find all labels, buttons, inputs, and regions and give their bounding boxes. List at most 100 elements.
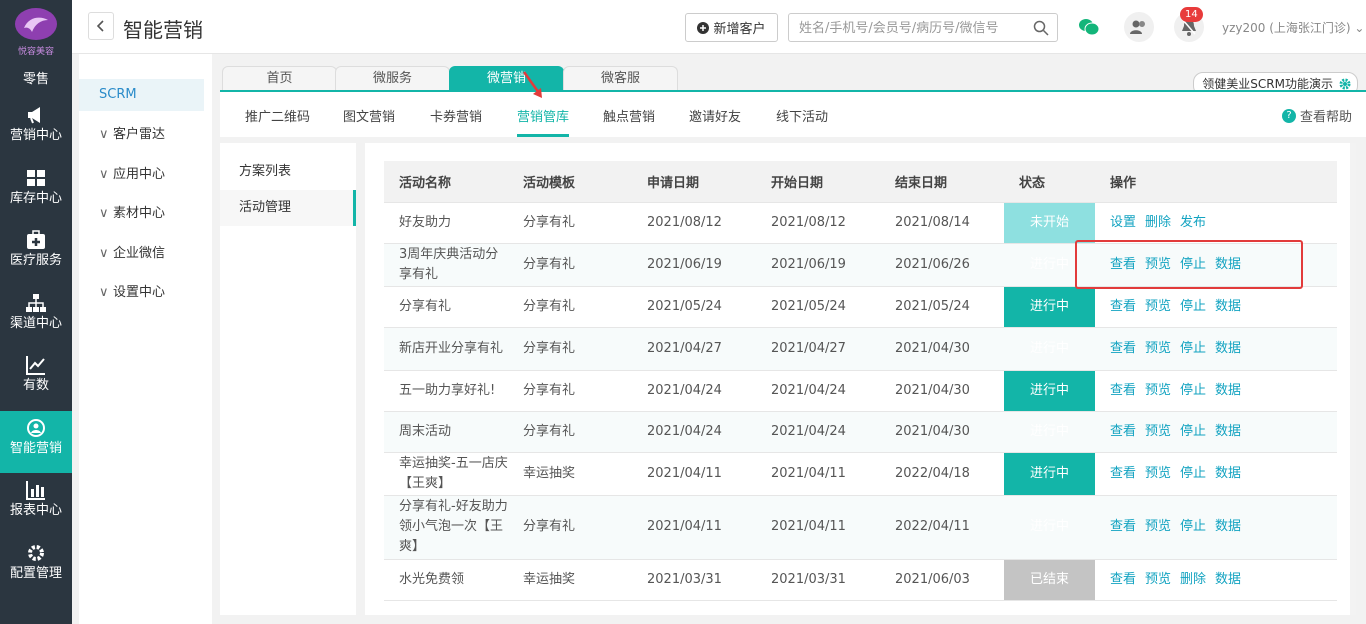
- nav-item-0[interactable]: 营销中心: [0, 98, 72, 160]
- wechat-icon[interactable]: [1074, 12, 1104, 42]
- row-action-link[interactable]: 数据: [1215, 572, 1241, 587]
- search-icon[interactable]: [1033, 20, 1049, 36]
- gear-icon: [25, 542, 47, 564]
- row-action-link[interactable]: 数据: [1215, 299, 1241, 314]
- grid-icon: [25, 167, 47, 189]
- side-menu-item-0[interactable]: 方案列表: [220, 154, 356, 190]
- nav-item-1[interactable]: 库存中心: [0, 161, 72, 223]
- row-action-link[interactable]: 查看: [1110, 383, 1136, 398]
- table-row: 好友助力 分享有礼 2021/08/12 2021/08/12 2021/08/14 未开…: [384, 202, 1337, 244]
- row-action-link[interactable]: 删除: [1180, 572, 1206, 587]
- row-action-link[interactable]: 发布: [1180, 215, 1206, 230]
- new-customer-button[interactable]: 新增客户: [685, 13, 778, 42]
- back-button[interactable]: [88, 12, 114, 40]
- template-cell: 分享有礼: [508, 202, 632, 244]
- actions-cell: 查看 预览 停止 数据: [1095, 327, 1337, 371]
- row-action-link[interactable]: 数据: [1215, 424, 1241, 439]
- tab-0[interactable]: 首页: [222, 66, 337, 90]
- secondary-tab-5[interactable]: 邀请好友: [689, 106, 741, 125]
- row-action-link[interactable]: 预览: [1145, 299, 1171, 314]
- tab-2[interactable]: 微营销: [449, 66, 564, 90]
- activity-name-cell: 3周年庆典活动分享有礼: [384, 243, 508, 287]
- nav-item-3[interactable]: 渠道中心: [0, 286, 72, 348]
- row-action-link[interactable]: 查看: [1110, 299, 1136, 314]
- activity-name-cell: 五一助力享好礼!: [384, 370, 508, 412]
- sub-nav-item-0[interactable]: SCRM: [79, 79, 204, 111]
- tab-3[interactable]: 微客服: [563, 66, 678, 90]
- row-action-link[interactable]: 数据: [1215, 519, 1241, 534]
- row-action-link[interactable]: 数据: [1215, 383, 1241, 398]
- secondary-tab-bar: 推广二维码 图文营销 卡券营销 营销管库 触点营销 邀请好友 线下活动 ? 查看帮助: [220, 90, 1366, 137]
- nav-item-label: 配置管理: [9, 565, 62, 581]
- scrollbar[interactable]: [1350, 143, 1356, 615]
- chevron-left-icon: [96, 20, 104, 32]
- sub-nav-item-5[interactable]: ∨ 设置中心: [79, 277, 212, 309]
- secondary-tab-4[interactable]: 触点营销: [603, 106, 655, 125]
- row-action-link[interactable]: 查看: [1110, 572, 1136, 587]
- nav-item-retail[interactable]: 零售: [0, 68, 72, 87]
- sub-nav-item-2[interactable]: ∨ 应用中心: [79, 159, 212, 191]
- tab-1[interactable]: 微服务: [335, 66, 450, 90]
- row-action-link[interactable]: 数据: [1215, 466, 1241, 481]
- actions-cell: 查看 预览 停止 数据: [1095, 286, 1337, 328]
- gear-icon: [1339, 78, 1351, 90]
- template-cell: 分享有礼: [508, 243, 632, 287]
- row-action-link[interactable]: 查看: [1110, 466, 1136, 481]
- status-badge: 进行中: [1004, 452, 1095, 496]
- row-action-link[interactable]: 停止: [1180, 466, 1206, 481]
- table-row: 分享有礼-好友助力领小气泡一次【王爽】 分享有礼 2021/04/11 2021/04…: [384, 495, 1337, 560]
- end-date-cell: 2021/04/30: [880, 327, 1004, 371]
- start-date-cell: 2021/04/11: [756, 452, 880, 496]
- chevron-down-icon: ∨: [99, 245, 109, 261]
- nav-item-2[interactable]: 医疗服务: [0, 223, 72, 285]
- nav-item-5[interactable]: 智能营销: [0, 410, 72, 473]
- row-action-link[interactable]: 停止: [1180, 341, 1206, 356]
- row-action-link[interactable]: 停止: [1180, 299, 1206, 314]
- logo-text: 悦容美容: [17, 47, 54, 57]
- row-action-link[interactable]: 停止: [1180, 383, 1206, 398]
- table-header-row: 活动名称 活动模板 申请日期 开始日期 结束日期 状态 操作: [384, 161, 1337, 203]
- nav-item-7[interactable]: 配置管理: [0, 536, 72, 598]
- column-header: 状态: [1004, 161, 1095, 203]
- apply-date-cell: 2021/04/24: [632, 411, 756, 453]
- row-action-link[interactable]: 预览: [1145, 466, 1171, 481]
- secondary-tab-3[interactable]: 营销管库: [517, 106, 570, 137]
- nav-item-label: 渠道中心: [9, 315, 62, 331]
- row-action-link[interactable]: 查看: [1110, 519, 1136, 534]
- nav-item-4[interactable]: 有数: [0, 348, 72, 410]
- team-icon[interactable]: [1124, 12, 1154, 42]
- row-action-link[interactable]: 预览: [1145, 572, 1171, 587]
- annotation-arrow: [522, 71, 542, 98]
- medical-kit-icon: [25, 229, 47, 251]
- secondary-tab-0[interactable]: 推广二维码: [245, 106, 310, 125]
- nav-item-label: 库存中心: [9, 190, 62, 206]
- help-link[interactable]: ? 查看帮助: [1281, 106, 1352, 125]
- nav-item-6[interactable]: 报表中心: [0, 473, 72, 535]
- secondary-tab-2[interactable]: 卡券营销: [430, 106, 482, 125]
- sub-nav-item-4[interactable]: ∨ 企业微信: [79, 238, 212, 270]
- secondary-tab-1[interactable]: 图文营销: [343, 106, 395, 125]
- secondary-tab-6[interactable]: 线下活动: [776, 106, 828, 125]
- start-date-cell: 2021/08/12: [756, 202, 880, 244]
- row-action-link[interactable]: 停止: [1180, 519, 1206, 534]
- row-action-link[interactable]: 预览: [1145, 341, 1171, 356]
- brand-logo[interactable]: 悦容美容: [12, 8, 60, 58]
- user-menu[interactable]: yzy200 (上海张江门诊) ⌄: [1222, 19, 1364, 36]
- chevron-down-icon: ∨: [99, 285, 109, 300]
- search-input[interactable]: [799, 19, 1029, 37]
- sub-nav-item-3[interactable]: ∨ 素材中心: [79, 198, 212, 230]
- row-action-link[interactable]: 预览: [1145, 519, 1171, 534]
- sub-nav-item-1[interactable]: ∨ 客户雷达: [79, 119, 212, 151]
- row-action-link[interactable]: 查看: [1110, 424, 1136, 439]
- row-action-link[interactable]: 预览: [1145, 383, 1171, 398]
- hierarchy-icon: [25, 292, 47, 314]
- row-action-link[interactable]: 停止: [1180, 424, 1206, 439]
- sub-nav-label: 素材中心: [113, 206, 166, 221]
- row-action-link[interactable]: 数据: [1215, 341, 1241, 356]
- row-action-link[interactable]: 预览: [1145, 424, 1171, 439]
- row-action-link[interactable]: 查看: [1110, 341, 1136, 356]
- row-action-link[interactable]: 设置: [1110, 215, 1136, 230]
- side-menu-item-1[interactable]: 活动管理: [220, 190, 356, 226]
- template-cell: 幸运抽奖: [508, 559, 632, 601]
- row-action-link[interactable]: 删除: [1145, 215, 1171, 230]
